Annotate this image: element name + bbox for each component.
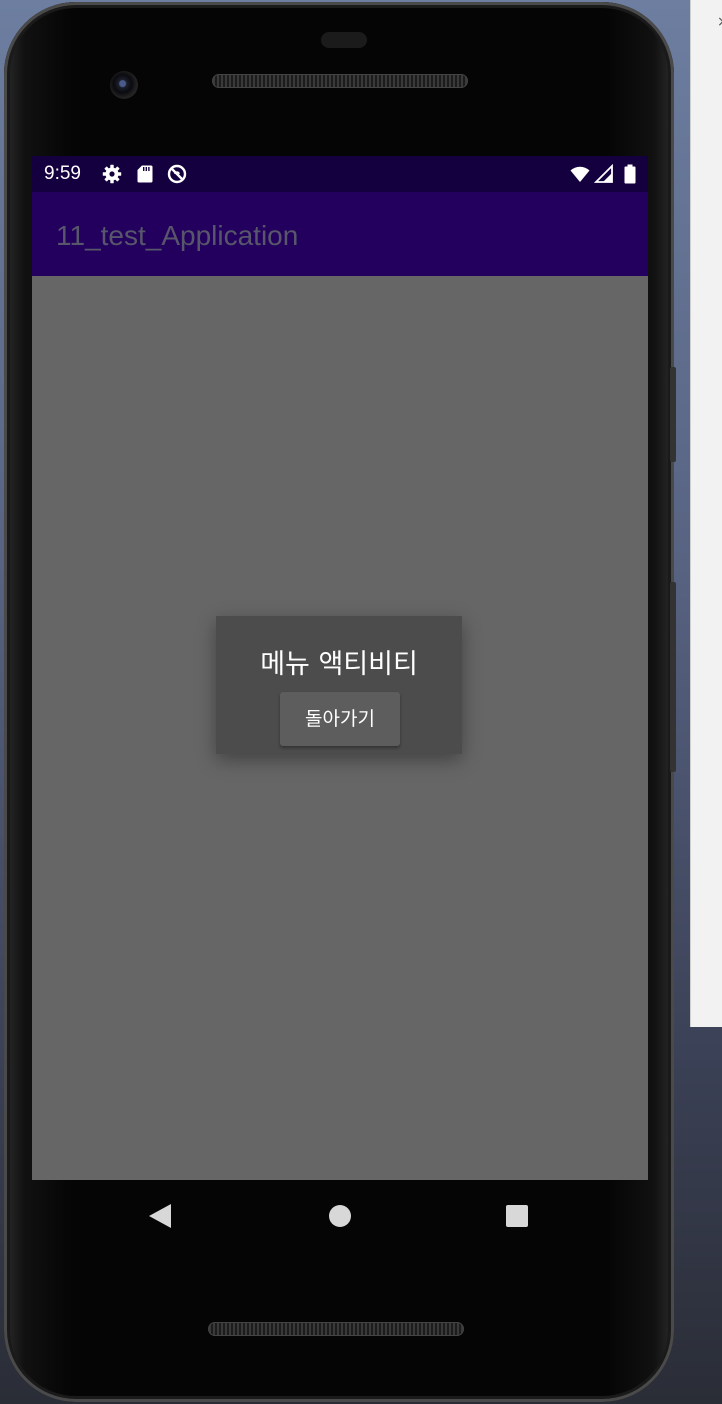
power-button[interactable] bbox=[670, 582, 676, 772]
dialog-title: 메뉴 액티비티 bbox=[260, 649, 418, 680]
gear-icon bbox=[102, 164, 122, 184]
back-button[interactable]: 돌아가기 bbox=[280, 692, 400, 746]
menu-dialog: 메뉴 액티비티 돌아가기 bbox=[216, 616, 462, 754]
cell-signal-icon bbox=[594, 164, 613, 183]
front-camera bbox=[110, 71, 138, 99]
app-bar: 11_test_Application bbox=[32, 192, 648, 276]
status-bar: 9:59 bbox=[32, 156, 648, 192]
earpiece-speaker bbox=[212, 74, 468, 88]
bottom-speaker bbox=[208, 1322, 464, 1336]
sd-card-icon bbox=[137, 165, 153, 183]
close-icon[interactable]: × bbox=[717, 14, 722, 30]
back-icon[interactable] bbox=[149, 1204, 171, 1228]
do-not-disturb-icon bbox=[167, 164, 187, 184]
background-window: × bbox=[690, 0, 722, 1027]
battery-icon bbox=[624, 164, 636, 184]
navigation-bar bbox=[32, 1180, 648, 1252]
home-icon[interactable] bbox=[329, 1205, 351, 1227]
app-title: 11_test_Application bbox=[56, 220, 299, 251]
wifi-icon bbox=[570, 166, 590, 182]
activity-content[interactable]: 메뉴 액티비티 돌아가기 bbox=[32, 276, 648, 1180]
phone-screen: 9:59 11_test_Application 메뉴 액티비티 돌아가기 bbox=[32, 156, 648, 1180]
status-time: 9:59 bbox=[44, 163, 81, 184]
proximity-sensor bbox=[321, 32, 367, 48]
recents-icon[interactable] bbox=[506, 1205, 528, 1227]
volume-button[interactable] bbox=[670, 367, 676, 462]
